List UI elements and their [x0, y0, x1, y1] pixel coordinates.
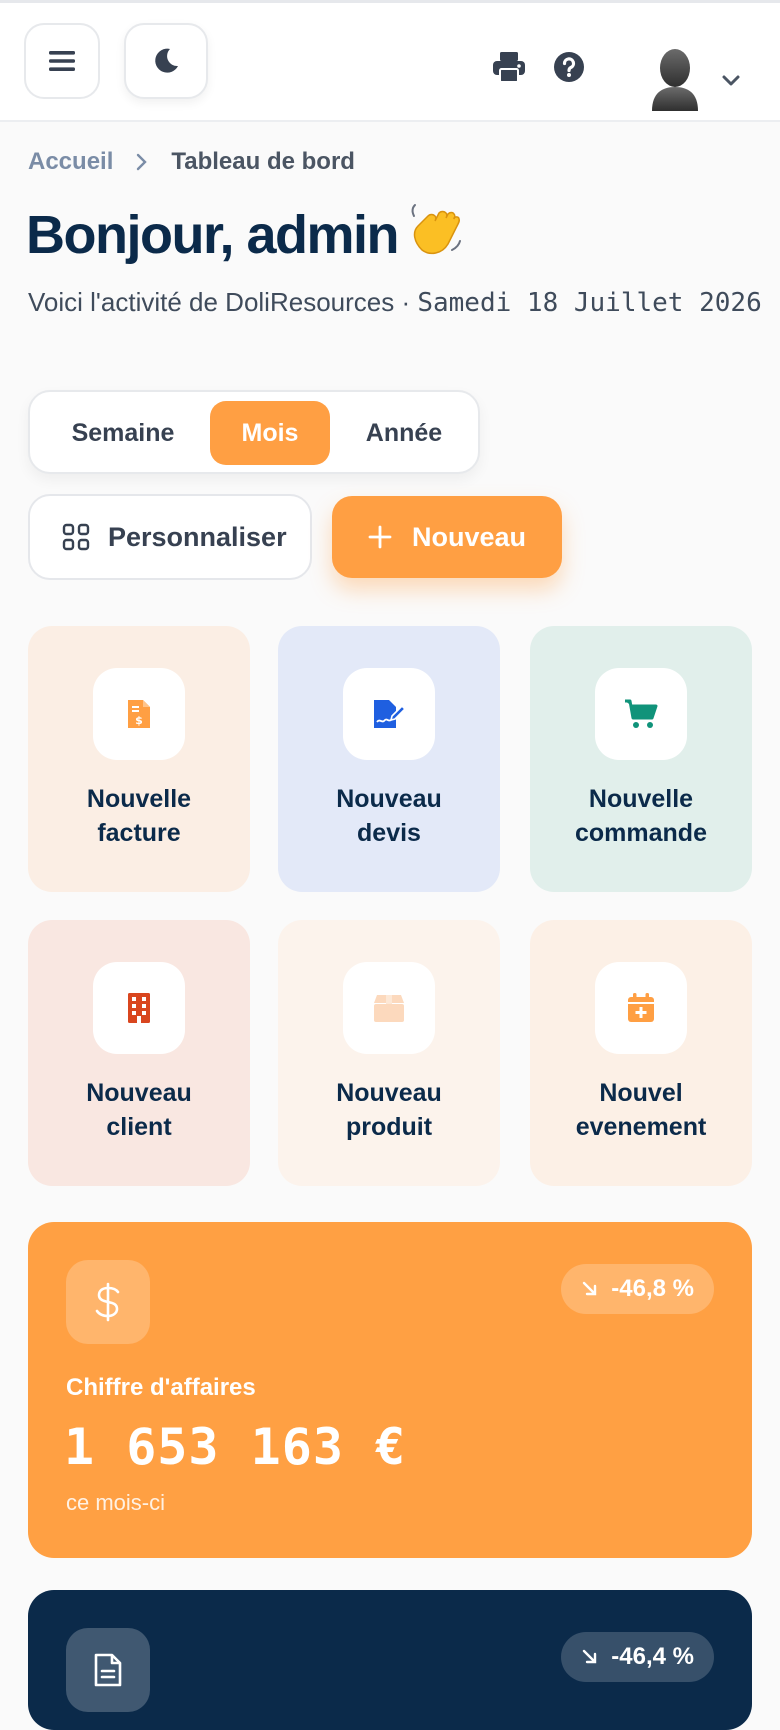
invoice-icon: $ — [93, 668, 185, 760]
tile-label: Nouveau client — [86, 1079, 192, 1141]
customize-label: Personnaliser — [108, 521, 287, 552]
tile-label: Nouveau devis — [336, 785, 442, 847]
new-label: Nouveau — [412, 521, 527, 552]
theme-toggle-button[interactable] — [124, 23, 208, 99]
menu-button[interactable] — [24, 23, 100, 99]
quick-action-new-quote[interactable]: Nouveau devis — [278, 626, 500, 892]
quick-action-new-client[interactable]: Nouveau client — [28, 920, 250, 1186]
quick-action-new-order[interactable]: Nouvelle commande — [530, 626, 752, 892]
user-avatar-icon — [652, 49, 698, 111]
new-button[interactable]: Nouveau — [332, 496, 562, 578]
subtitle-text: Voici l'activité de DoliResources · — [28, 287, 418, 317]
tile-label: Nouvel evenement — [575, 1079, 707, 1141]
trend-badge: -46,8 % — [561, 1264, 714, 1314]
kpi-value: 1 653 163 € — [64, 1418, 407, 1476]
kpi-card-documents[interactable]: -46,4 % — [28, 1590, 752, 1730]
tile-label: Nouvelle facture — [86, 785, 192, 847]
quick-action-new-invoice[interactable]: $ Nouvelle facture — [28, 626, 250, 892]
tab-year[interactable]: Année — [344, 401, 464, 465]
tab-month[interactable]: Mois — [210, 401, 330, 465]
user-avatar[interactable] — [646, 47, 704, 111]
tab-week[interactable]: Semaine — [44, 401, 202, 465]
trend-down-icon — [581, 1648, 599, 1666]
dollar-icon — [66, 1260, 150, 1344]
breadcrumb: Accueil Tableau de bord — [28, 148, 355, 176]
chevron-right-icon — [135, 153, 149, 171]
waving-hand-icon — [408, 200, 466, 269]
kpi-label: Chiffre d'affaires — [66, 1374, 256, 1401]
kpi-period: ce mois-ci — [66, 1490, 166, 1515]
svg-text:$: $ — [135, 714, 143, 727]
building-icon — [93, 962, 185, 1054]
period-selector: Semaine Mois Année — [28, 390, 480, 474]
cart-icon — [595, 668, 687, 760]
menu-icon — [49, 51, 75, 71]
breadcrumb-home-link[interactable]: Accueil — [28, 148, 113, 176]
kpi-card-revenue[interactable]: -46,8 % Chiffre d'affaires 1 653 163 € c… — [28, 1222, 752, 1558]
document-icon — [66, 1628, 150, 1712]
calendar-icon — [595, 962, 687, 1054]
tile-label: Nouvelle commande — [575, 785, 707, 847]
help-button[interactable] — [549, 47, 589, 87]
top-bar — [0, 0, 780, 122]
quick-action-new-product[interactable]: Nouveau produit — [278, 920, 500, 1186]
grid-icon — [62, 523, 90, 551]
help-icon — [554, 52, 584, 82]
trend-down-icon — [581, 1280, 599, 1298]
plus-icon — [368, 525, 392, 549]
trend-badge: -46,4 % — [561, 1632, 714, 1682]
box-icon — [343, 962, 435, 1054]
current-date: Samedi 18 Juillet 2026 — [417, 288, 762, 318]
print-button[interactable] — [489, 47, 529, 87]
print-icon — [493, 52, 525, 83]
tile-label: Nouveau produit — [336, 1079, 442, 1141]
chevron-down-icon[interactable] — [720, 69, 742, 91]
moon-icon — [155, 48, 178, 73]
customize-button[interactable]: Personnaliser — [28, 494, 312, 580]
quick-action-new-event[interactable]: Nouvel evenement — [530, 920, 752, 1186]
page-subtitle: Voici l'activité de DoliResources · Same… — [28, 284, 768, 321]
quote-icon — [343, 668, 435, 760]
breadcrumb-current: Tableau de bord — [171, 148, 355, 175]
greeting-text: Bonjour, admin — [26, 204, 400, 265]
page-title: Bonjour, admin — [26, 200, 466, 269]
